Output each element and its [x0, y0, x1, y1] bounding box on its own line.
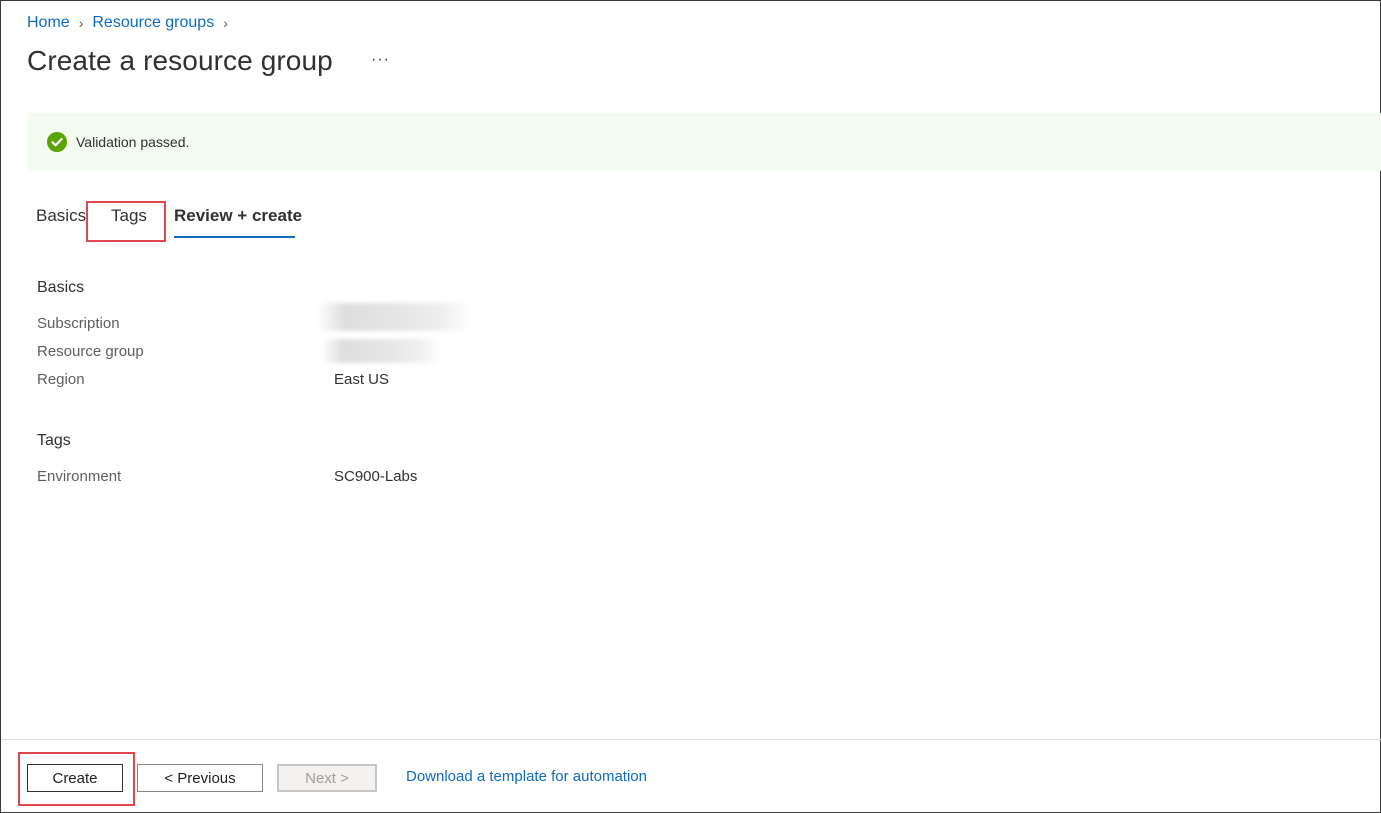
download-template-link[interactable]: Download a template for automation: [406, 768, 647, 785]
more-options-icon[interactable]: ···: [371, 51, 390, 69]
check-circle-icon: [47, 132, 67, 152]
chevron-right-icon: ›: [223, 15, 228, 31]
basics-section-title: Basics: [37, 279, 85, 296]
breadcrumb: Home › Resource groups ›: [27, 14, 237, 32]
subscription-value-redacted: [317, 303, 471, 331]
region-label: Region: [37, 371, 85, 388]
tab-review-create[interactable]: Review + create: [174, 206, 302, 226]
validation-banner: Validation passed.: [27, 113, 1381, 171]
resource-group-label: Resource group: [37, 343, 144, 360]
subscription-label: Subscription: [37, 315, 120, 332]
region-value: East US: [334, 371, 390, 388]
next-button[interactable]: Next >: [277, 764, 377, 792]
page-title: Create a resource group: [27, 45, 333, 76]
window-frame: Home › Resource groups › Create a resour…: [0, 0, 1381, 813]
breadcrumb-resource-groups[interactable]: Resource groups: [92, 14, 214, 32]
active-tab-indicator: [174, 236, 295, 238]
previous-button[interactable]: < Previous: [137, 764, 263, 792]
environment-value: SC900-Labs: [334, 468, 418, 485]
validation-message: Validation passed.: [76, 134, 190, 150]
footer-divider: [2, 739, 1381, 740]
create-button[interactable]: Create: [27, 764, 123, 792]
resource-group-value-redacted: [321, 339, 441, 363]
chevron-right-icon: ›: [78, 15, 84, 31]
environment-label: Environment: [37, 468, 122, 485]
tab-tags[interactable]: Tags: [111, 206, 147, 226]
breadcrumb-home[interactable]: Home: [27, 14, 70, 32]
tab-basics[interactable]: Basics: [36, 206, 86, 226]
tags-section-title: Tags: [37, 432, 71, 449]
